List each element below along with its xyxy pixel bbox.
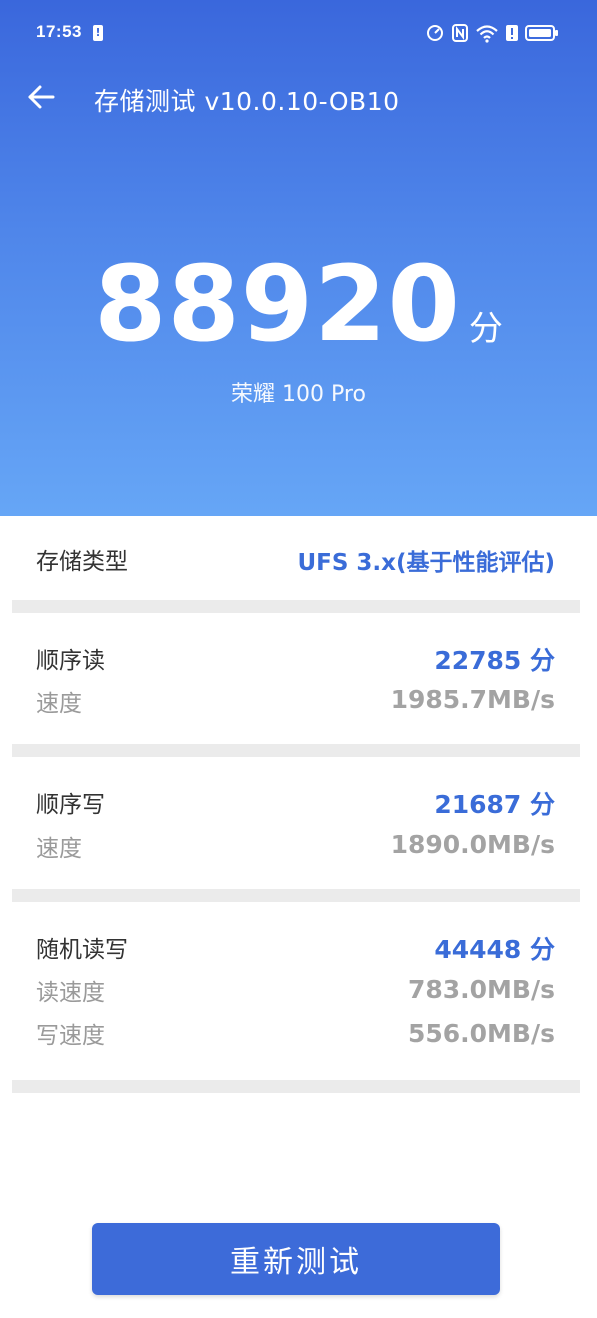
wifi-icon xyxy=(475,23,499,43)
random-rw-card: 随机读写 44448 分 读速度 783.0MB/s 写速度 556.0MB/s xyxy=(0,902,597,1080)
random-read-speed: 783.0MB/s xyxy=(407,975,555,1004)
device-name: 荣耀 100 Pro xyxy=(231,382,366,407)
storage-type-label: 存储类型 xyxy=(36,549,128,575)
total-score-value: 88920 xyxy=(94,243,461,365)
sequential-write-speed: 1890.0MB/s xyxy=(390,830,555,859)
sequential-read-speed-label: 速度 xyxy=(36,691,82,717)
status-icons xyxy=(425,22,559,44)
battery-icon xyxy=(525,23,559,43)
random-rw-score: 44448 分 xyxy=(434,935,555,964)
section-divider xyxy=(12,889,580,902)
random-write-speed: 556.0MB/s xyxy=(407,1019,555,1048)
status-bar: 17:53 ! xyxy=(0,0,597,66)
page-title: 存储测试 v10.0.10-OB10 xyxy=(94,87,400,116)
nfc-icon xyxy=(451,23,469,43)
random-rw-label: 随机读写 xyxy=(36,937,128,963)
back-button[interactable] xyxy=(24,80,58,114)
total-score-unit: 分 xyxy=(468,309,503,349)
speed-icon xyxy=(425,23,445,43)
sequential-read-card: 顺序读 22785 分 速度 1985.7MB/s xyxy=(0,613,597,744)
status-time: 17:53 xyxy=(36,22,82,41)
sequential-write-speed-label: 速度 xyxy=(36,836,82,862)
alert-icon xyxy=(505,23,519,43)
toolbar: 存储测试 v10.0.10-OB10 xyxy=(0,66,597,128)
sequential-read-speed: 1985.7MB/s xyxy=(390,685,555,714)
notification-alert-icon: ! xyxy=(93,25,103,41)
total-score: 88920 分 xyxy=(0,244,597,364)
sequential-write-label: 顺序写 xyxy=(36,792,105,818)
sequential-write-score: 21687 分 xyxy=(434,790,555,819)
sequential-write-card: 顺序写 21687 分 速度 1890.0MB/s xyxy=(0,757,597,889)
section-divider xyxy=(12,744,580,757)
sequential-read-label: 顺序读 xyxy=(36,648,105,674)
random-write-speed-label: 写速度 xyxy=(36,1023,105,1049)
retest-button[interactable]: 重新测试 xyxy=(92,1223,500,1295)
arrow-left-icon xyxy=(28,85,55,109)
random-read-speed-label: 读速度 xyxy=(36,980,105,1006)
storage-test-screen: 17:53 ! 存储测试 v10.0.10-OB10 88920 分 荣耀 10… xyxy=(0,0,597,1318)
section-divider xyxy=(12,1080,580,1093)
storage-type-row: 存储类型 UFS 3.x(基于性能评估) xyxy=(0,516,597,600)
storage-type-value: UFS 3.x(基于性能评估) xyxy=(297,550,555,576)
section-divider xyxy=(12,600,580,613)
sequential-read-score: 22785 分 xyxy=(434,646,555,675)
